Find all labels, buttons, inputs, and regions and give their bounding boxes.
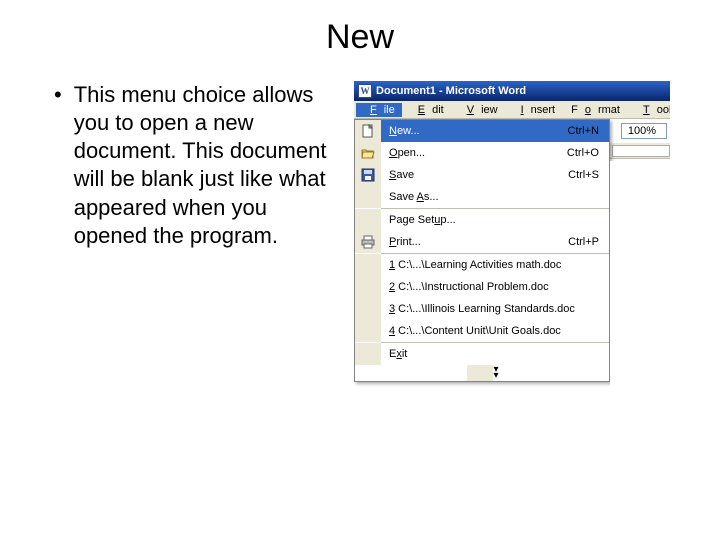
menuitem-open-shortcut: Ctrl+O bbox=[567, 147, 609, 159]
menuitem-recent-1-label: 1 C:\...\Learning Activities math.doc bbox=[381, 259, 609, 271]
open-folder-icon bbox=[355, 142, 381, 164]
file-menu: New... Ctrl+N Open... Ctrl+O Save Ctrl+S… bbox=[354, 119, 610, 382]
menuitem-recent-3-label: 3 C:\...\Illinois Learning Standards.doc bbox=[381, 303, 609, 315]
blank-icon bbox=[355, 209, 381, 231]
menuitem-recent-2[interactable]: 2 C:\...\Instructional Problem.doc bbox=[355, 276, 609, 298]
menu-tools[interactable]: Tools bbox=[629, 103, 670, 117]
word-screenshot: Document1 - Microsoft Word File Edit Vie… bbox=[354, 81, 670, 399]
window-title: Document1 - Microsoft Word bbox=[376, 85, 526, 97]
window-titlebar: Document1 - Microsoft Word bbox=[354, 81, 670, 101]
menuitem-new-label: New... bbox=[381, 125, 568, 137]
menu-insert[interactable]: Insert bbox=[507, 103, 563, 117]
menuitem-print[interactable]: Print... Ctrl+P bbox=[355, 231, 609, 253]
menuitem-print-label: Print... bbox=[381, 236, 568, 248]
printer-icon bbox=[355, 231, 381, 253]
blank-icon bbox=[355, 298, 381, 320]
menuitem-exit[interactable]: Exit bbox=[355, 343, 609, 365]
slide-title: New bbox=[0, 18, 720, 57]
menuitem-recent-4[interactable]: 4 C:\...\Content Unit\Unit Goals.doc bbox=[355, 320, 609, 342]
menuitem-save[interactable]: Save Ctrl+S bbox=[355, 164, 609, 186]
bullet-text: This menu choice allows you to open a ne… bbox=[74, 81, 342, 250]
word-app-icon bbox=[358, 84, 372, 98]
menu-view[interactable]: View bbox=[453, 103, 505, 117]
toolbar-right: 100% bbox=[621, 119, 670, 143]
blank-icon bbox=[355, 276, 381, 298]
bullet-column: • This menu choice allows you to open a … bbox=[54, 81, 354, 250]
menu-expand[interactable]: ▾▾ bbox=[355, 365, 609, 381]
menuitem-saveas-label: Save As... bbox=[381, 191, 609, 203]
blank-icon bbox=[467, 365, 493, 381]
ruler bbox=[610, 143, 670, 159]
menuitem-saveas[interactable]: Save As... bbox=[355, 186, 609, 208]
menu-edit[interactable]: Edit bbox=[404, 103, 451, 117]
menuitem-recent-4-label: 4 C:\...\Content Unit\Unit Goals.doc bbox=[381, 325, 609, 337]
bullet-item: • This menu choice allows you to open a … bbox=[54, 81, 342, 250]
save-floppy-icon bbox=[355, 164, 381, 186]
menuitem-recent-1[interactable]: 1 C:\...\Learning Activities math.doc bbox=[355, 254, 609, 276]
menuitem-open-label: Open... bbox=[381, 147, 567, 159]
chevron-down-icon: ▾▾ bbox=[493, 367, 496, 379]
menuitem-recent-3[interactable]: 3 C:\...\Illinois Learning Standards.doc bbox=[355, 298, 609, 320]
menuitem-save-shortcut: Ctrl+S bbox=[568, 169, 609, 181]
new-doc-icon bbox=[355, 120, 381, 142]
menuitem-print-shortcut: Ctrl+P bbox=[568, 236, 609, 248]
menuitem-new[interactable]: New... Ctrl+N bbox=[355, 120, 609, 142]
blank-icon bbox=[355, 343, 381, 365]
menu-file[interactable]: File bbox=[356, 103, 402, 117]
menu-format[interactable]: Format bbox=[564, 103, 627, 117]
menuitem-pagesetup[interactable]: Page Setup... bbox=[355, 209, 609, 231]
document-canvas bbox=[610, 161, 670, 399]
blank-icon bbox=[355, 320, 381, 342]
menuitem-open[interactable]: Open... Ctrl+O bbox=[355, 142, 609, 164]
menuitem-exit-label: Exit bbox=[381, 348, 609, 360]
zoom-dropdown[interactable]: 100% bbox=[621, 123, 667, 139]
menuitem-save-label: Save bbox=[381, 169, 568, 181]
bullet-marker: • bbox=[54, 81, 74, 250]
slide-content: • This menu choice allows you to open a … bbox=[0, 81, 720, 399]
menuitem-pagesetup-label: Page Setup... bbox=[381, 214, 609, 226]
blank-icon bbox=[355, 254, 381, 276]
menuitem-new-shortcut: Ctrl+N bbox=[568, 125, 609, 137]
blank-icon bbox=[355, 186, 381, 208]
menubar: File Edit View Insert Format Tools Table… bbox=[354, 101, 670, 119]
menuitem-recent-2-label: 2 C:\...\Instructional Problem.doc bbox=[381, 281, 609, 293]
